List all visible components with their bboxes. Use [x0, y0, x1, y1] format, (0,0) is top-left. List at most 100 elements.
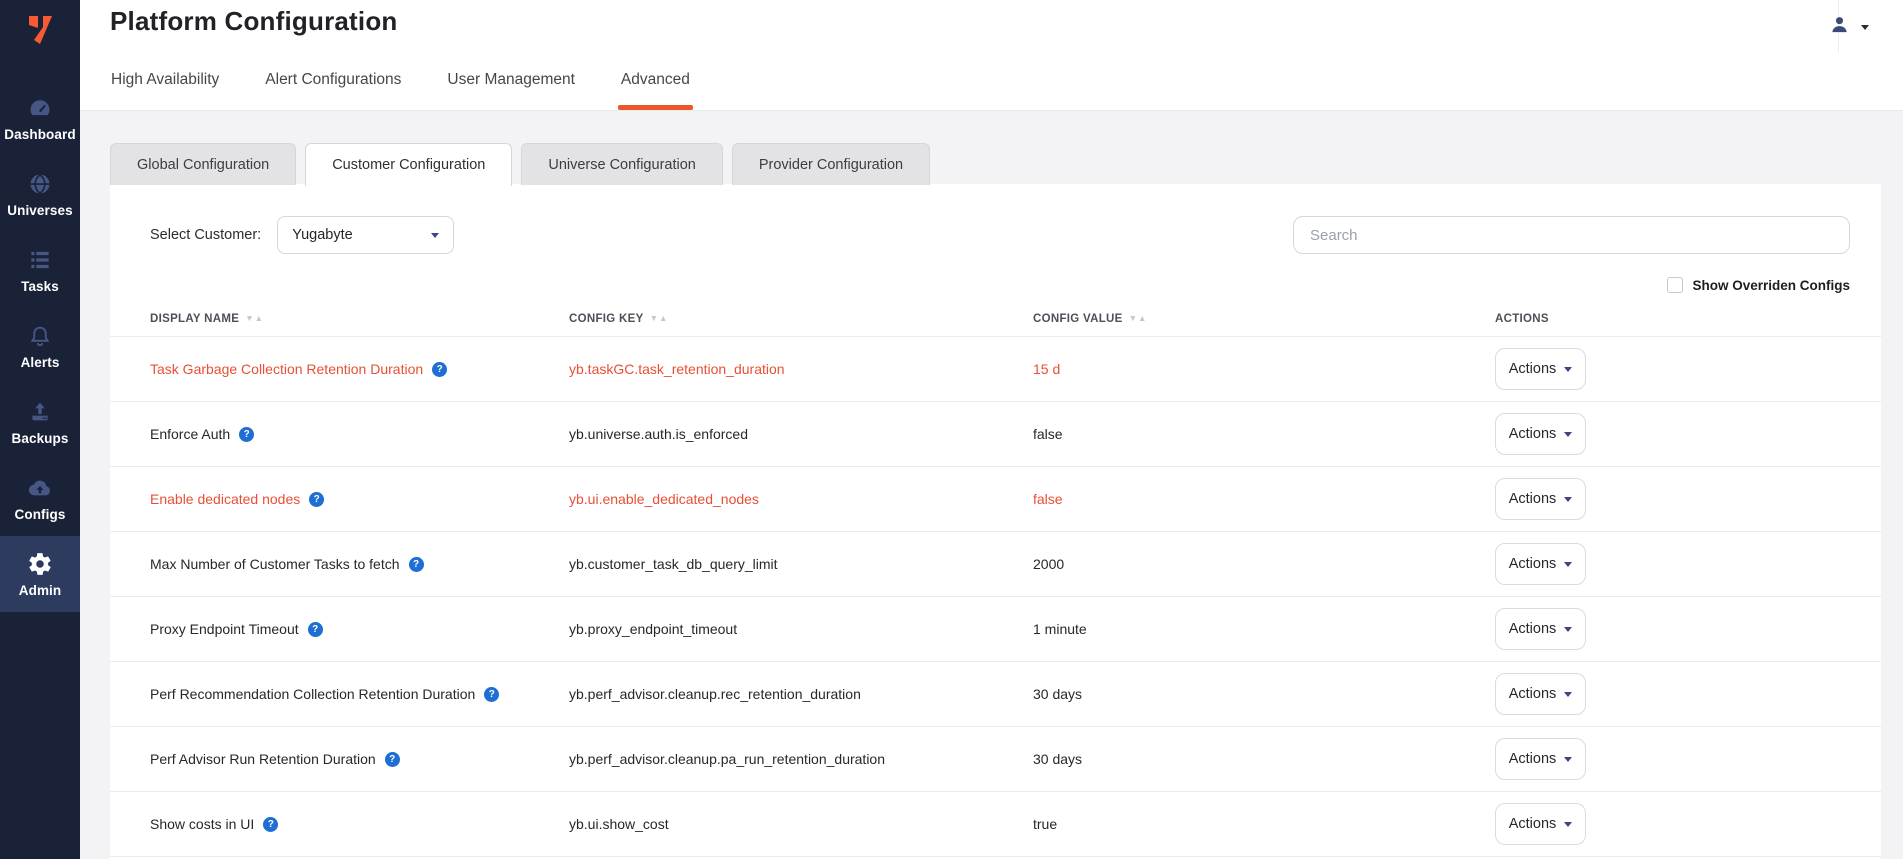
help-icon[interactable]: ? — [484, 686, 500, 702]
actions-button-label: Actions — [1508, 491, 1557, 507]
sort-icon[interactable]: ▼▲ — [245, 313, 264, 323]
tab-user-management[interactable]: User Management — [447, 71, 575, 110]
configs-icon — [27, 475, 53, 501]
tab-alert-configurations[interactable]: Alert Configurations — [265, 71, 401, 110]
header: Platform Configuration High Availability… — [80, 0, 1903, 111]
column-header-display-name[interactable]: DISPLAY NAME ▼▲ — [110, 309, 569, 327]
display-name-cell: Perf Advisor Run Retention Duration ? — [110, 751, 569, 767]
config-value-cell: 15 d — [1033, 361, 1495, 377]
display-name-text: Enable dedicated nodes — [150, 491, 301, 507]
customer-select-value: Yugabyte — [292, 227, 353, 243]
column-header-actions[interactable]: ACTIONS — [1495, 309, 1881, 327]
subtab-provider-configuration[interactable]: Provider Configuration — [731, 143, 931, 185]
sort-icon[interactable]: ▼▲ — [650, 313, 669, 323]
actions-button[interactable]: Actions — [1495, 673, 1586, 715]
user-menu[interactable] — [1828, 13, 1869, 41]
sidebar-item-admin[interactable]: Admin — [0, 536, 80, 612]
column-header-config-value[interactable]: CONFIG VALUE ▼▲ — [1033, 309, 1495, 327]
sidebar-nav: Dashboard Universes Tasks Alerts Backups… — [0, 80, 80, 612]
tab-advanced[interactable]: Advanced — [617, 71, 693, 110]
config-key-cell: yb.taskGC.task_retention_duration — [569, 361, 1033, 377]
select-customer-row: Select Customer: Yugabyte — [150, 216, 455, 254]
display-name-cell: Perf Recommendation Collection Retention… — [110, 686, 569, 702]
table-row: Perf Advisor Run Retention Duration ? yb… — [110, 727, 1881, 792]
actions-cell: Actions — [1495, 413, 1881, 455]
actions-button[interactable]: Actions — [1495, 803, 1586, 845]
config-key-text: yb.ui.enable_dedicated_nodes — [569, 491, 759, 507]
actions-button-label: Actions — [1508, 686, 1557, 702]
actions-button[interactable]: Actions — [1495, 348, 1586, 390]
show-overridden-toggle[interactable]: Show Overriden Configs — [1667, 277, 1850, 293]
help-icon[interactable]: ? — [408, 556, 424, 572]
config-key-cell: yb.ui.show_cost — [569, 816, 1033, 832]
config-key-cell: yb.perf_advisor.cleanup.rec_retention_du… — [569, 686, 1033, 702]
config-value-text: 2000 — [1033, 556, 1065, 572]
chevron-down-icon — [1564, 821, 1573, 827]
help-icon[interactable]: ? — [384, 751, 400, 767]
config-key-cell: yb.perf_advisor.cleanup.pa_run_retention… — [569, 751, 1033, 767]
sidebar-item-label: Backups — [11, 430, 69, 446]
dashboard-icon — [27, 95, 53, 121]
subtab-label: Global Configuration — [137, 156, 270, 173]
customer-select[interactable]: Yugabyte — [277, 216, 455, 254]
tab-high-availability[interactable]: High Availability — [111, 71, 219, 110]
search-input[interactable] — [1293, 216, 1850, 254]
column-header-label: ACTIONS — [1495, 312, 1549, 325]
actions-cell: Actions — [1495, 348, 1881, 390]
subtab-global-configuration[interactable]: Global Configuration — [110, 143, 297, 185]
help-icon[interactable]: ? — [239, 426, 255, 442]
actions-button[interactable]: Actions — [1495, 608, 1586, 650]
sidebar-item-universes[interactable]: Universes — [0, 156, 80, 232]
config-key-text: yb.taskGC.task_retention_duration — [569, 361, 785, 377]
display-name-cell: Enable dedicated nodes ? — [110, 491, 569, 507]
sidebar-item-dashboard[interactable]: Dashboard — [0, 80, 80, 156]
actions-button[interactable]: Actions — [1495, 478, 1586, 520]
main-tab-label: Alert Configurations — [265, 71, 402, 88]
display-name-cell: Max Number of Customer Tasks to fetch ? — [110, 556, 569, 572]
sidebar-item-label: Configs — [14, 506, 66, 522]
sidebar-item-alerts[interactable]: Alerts — [0, 308, 80, 384]
help-icon[interactable]: ? — [307, 621, 323, 637]
chevron-down-icon — [431, 232, 440, 238]
table-row: Perf Recommendation Collection Retention… — [110, 662, 1881, 727]
config-value-text: 15 d — [1033, 361, 1061, 377]
config-value-cell: 30 days — [1033, 751, 1495, 767]
config-key-text: yb.proxy_endpoint_timeout — [569, 621, 738, 637]
chevron-down-icon — [1564, 756, 1573, 762]
config-key-cell: yb.ui.enable_dedicated_nodes — [569, 491, 1033, 507]
admin-icon — [27, 551, 53, 577]
chevron-down-icon — [1564, 561, 1573, 567]
column-header-config-key[interactable]: CONFIG KEY ▼▲ — [569, 309, 1033, 327]
tasks-icon — [27, 247, 53, 273]
config-value-cell: 30 days — [1033, 686, 1495, 702]
show-overridden-checkbox[interactable] — [1667, 277, 1684, 293]
actions-button[interactable]: Actions — [1495, 543, 1586, 585]
display-name-text: Enforce Auth — [150, 426, 231, 442]
display-name-text: Perf Advisor Run Retention Duration — [150, 751, 376, 767]
config-value-text: 1 minute — [1033, 621, 1087, 637]
chevron-down-icon — [1564, 496, 1573, 502]
subtab-universe-configuration[interactable]: Universe Configuration — [521, 143, 723, 185]
help-icon[interactable]: ? — [309, 491, 325, 507]
help-icon[interactable]: ? — [263, 816, 279, 832]
sidebar-item-configs[interactable]: Configs — [0, 460, 80, 536]
yugabyte-logo-icon[interactable] — [0, 10, 80, 50]
actions-button[interactable]: Actions — [1495, 413, 1586, 455]
main-tab-label: User Management — [447, 71, 575, 88]
actions-button-label: Actions — [1508, 816, 1557, 832]
column-header-label: CONFIG KEY — [569, 312, 644, 325]
table-row: Max Number of Customer Tasks to fetch ? … — [110, 532, 1881, 597]
actions-cell: Actions — [1495, 803, 1881, 845]
sort-icon[interactable]: ▼▲ — [1129, 313, 1148, 323]
help-icon[interactable]: ? — [432, 361, 448, 377]
config-value-cell: false — [1033, 491, 1495, 507]
actions-button[interactable]: Actions — [1495, 738, 1586, 780]
sidebar-item-tasks[interactable]: Tasks — [0, 232, 80, 308]
subtab-customer-configuration[interactable]: Customer Configuration — [305, 143, 513, 186]
table-row: Enforce Auth ? yb.universe.auth.is_enfor… — [110, 402, 1881, 467]
sidebar-item-backups[interactable]: Backups — [0, 384, 80, 460]
main-tabs: High Availability Alert Configurations Use… — [111, 71, 693, 110]
config-key-text: yb.customer_task_db_query_limit — [569, 556, 778, 572]
actions-cell: Actions — [1495, 608, 1881, 650]
page-title: Platform Configuration — [110, 6, 398, 36]
